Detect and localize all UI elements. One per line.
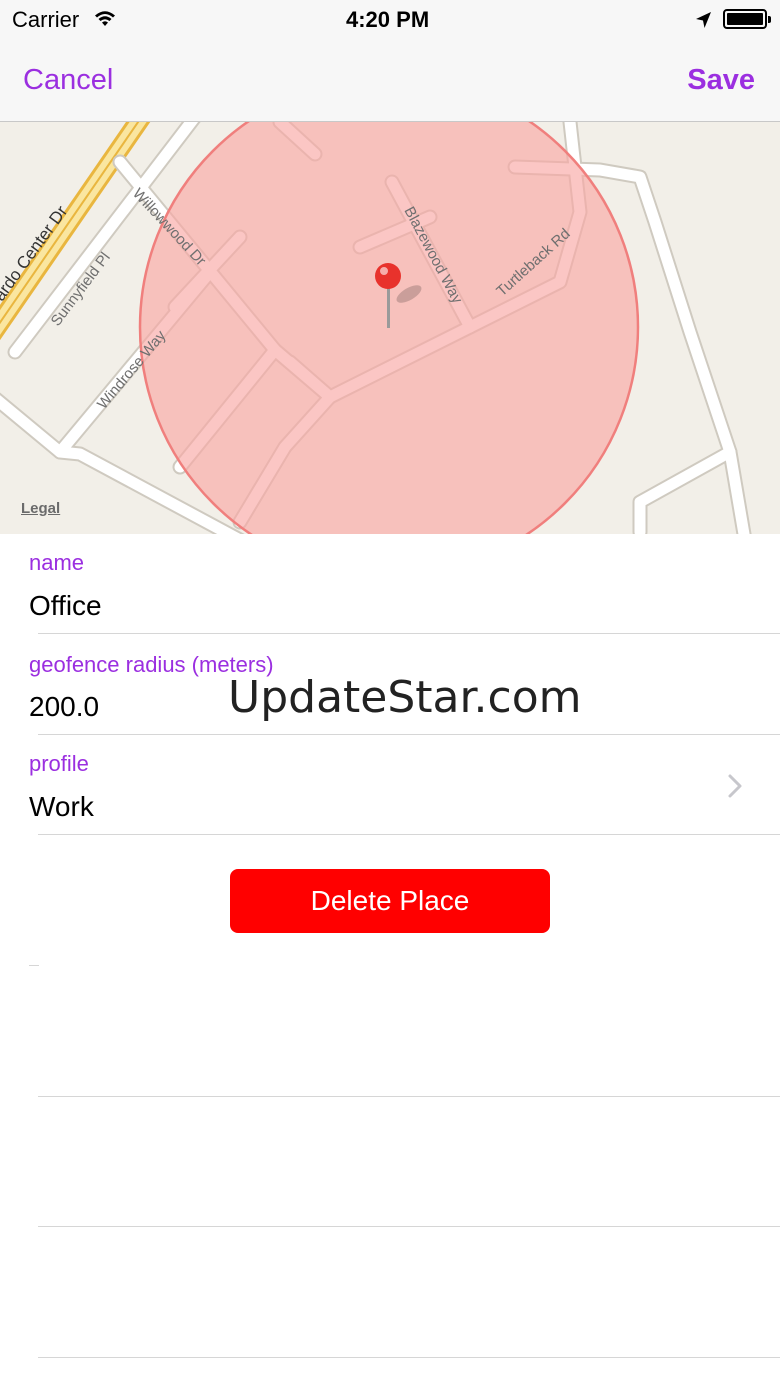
wifi-icon: [95, 11, 115, 26]
separator: [38, 1357, 780, 1358]
profile-label: profile: [29, 751, 89, 776]
chevron-right-icon: [728, 774, 742, 798]
map-legal-link[interactable]: Legal: [21, 500, 60, 517]
profile-value: Work: [29, 791, 94, 822]
navigation-bar: Cancel Save: [0, 40, 780, 122]
map-view[interactable]: ardo Center Dr Sunnyfield Pl Willowwood …: [0, 122, 780, 534]
name-field[interactable]: Office: [29, 590, 102, 622]
battery-icon: [723, 9, 771, 29]
watermark-text: UpdateStar.com: [228, 672, 582, 723]
map-canvas[interactable]: ardo Center Dr Sunnyfield Pl Willowwood …: [0, 122, 780, 534]
separator: [38, 633, 780, 634]
cancel-button[interactable]: Cancel: [23, 64, 113, 97]
separator: [38, 734, 780, 735]
save-button[interactable]: Save: [687, 64, 755, 97]
separator: [38, 1096, 780, 1097]
carrier-label: Carrier: [12, 7, 80, 32]
separator: [38, 1226, 780, 1227]
status-bar: Carrier 4:20 PM: [0, 0, 780, 40]
delete-place-button[interactable]: Delete Place: [230, 869, 550, 933]
separator: [38, 834, 780, 835]
location-arrow-icon: [696, 12, 711, 28]
separator: [29, 965, 39, 966]
radius-field[interactable]: 200.0: [29, 691, 99, 723]
name-label: name: [29, 550, 85, 575]
clock: 4:20 PM: [346, 7, 430, 32]
